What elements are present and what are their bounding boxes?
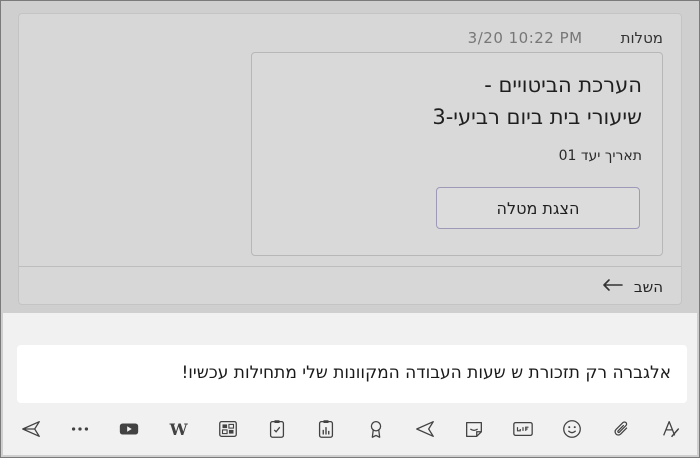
message-sender: מטלות [620,29,663,47]
app-frame: מטלות 3/20 10:22 PM הערכת הביטויים - שיע… [0,0,700,458]
reply-arrow-icon [600,278,624,296]
assignment-title-line2: שיעורי בית ביום רביעי-3 [432,105,642,129]
view-assignment-button[interactable]: הצגת מטלה [436,187,640,229]
compose-input[interactable]: אלגברה רק תזכורת ש שעות העבודה המקוונות … [17,345,687,403]
message-card: מטלות 3/20 10:22 PM הערכת הביטויים - שיע… [18,13,682,305]
more-icon[interactable] [64,415,96,443]
sticker-icon[interactable] [458,415,490,443]
emoji-icon[interactable] [556,415,588,443]
stream-icon[interactable] [409,415,441,443]
message-timestamp: 3/20 10:22 PM [467,29,583,47]
youtube-icon[interactable] [113,415,145,443]
wikipedia-icon[interactable]: W [163,415,195,443]
compose-text: אלגברה רק תזכורת ש שעות העבודה המקוונות … [181,363,671,383]
assignment-title-line1: הערכת הביטויים - [484,73,642,97]
praise-icon[interactable] [360,415,392,443]
reply-button[interactable]: השב [600,274,663,300]
assignment-due-date: תאריך יעד 01 [558,148,642,164]
message-header: מטלות 3/20 10:22 PM [39,28,663,48]
reply-divider [19,266,681,267]
assignment-title: הערכת הביטויים - שיעורי בית ביום רביעי-3 [272,69,642,133]
gif-icon[interactable] [507,415,539,443]
forms-icon[interactable] [212,415,244,443]
attach-icon[interactable] [606,415,638,443]
reply-label: השב [633,278,663,296]
approvals-icon[interactable] [261,415,293,443]
wikipedia-glyph: W [169,419,188,439]
assignment-card: הערכת הביטויים - שיעורי בית ביום רביעי-3… [251,52,663,256]
poll-icon[interactable] [310,415,342,443]
compose-area: אלגברה רק תזכורת ש שעות העבודה המקוונות … [3,313,697,455]
format-icon[interactable] [655,415,687,443]
compose-toolbar: W [15,413,687,445]
send-icon[interactable] [15,415,47,443]
